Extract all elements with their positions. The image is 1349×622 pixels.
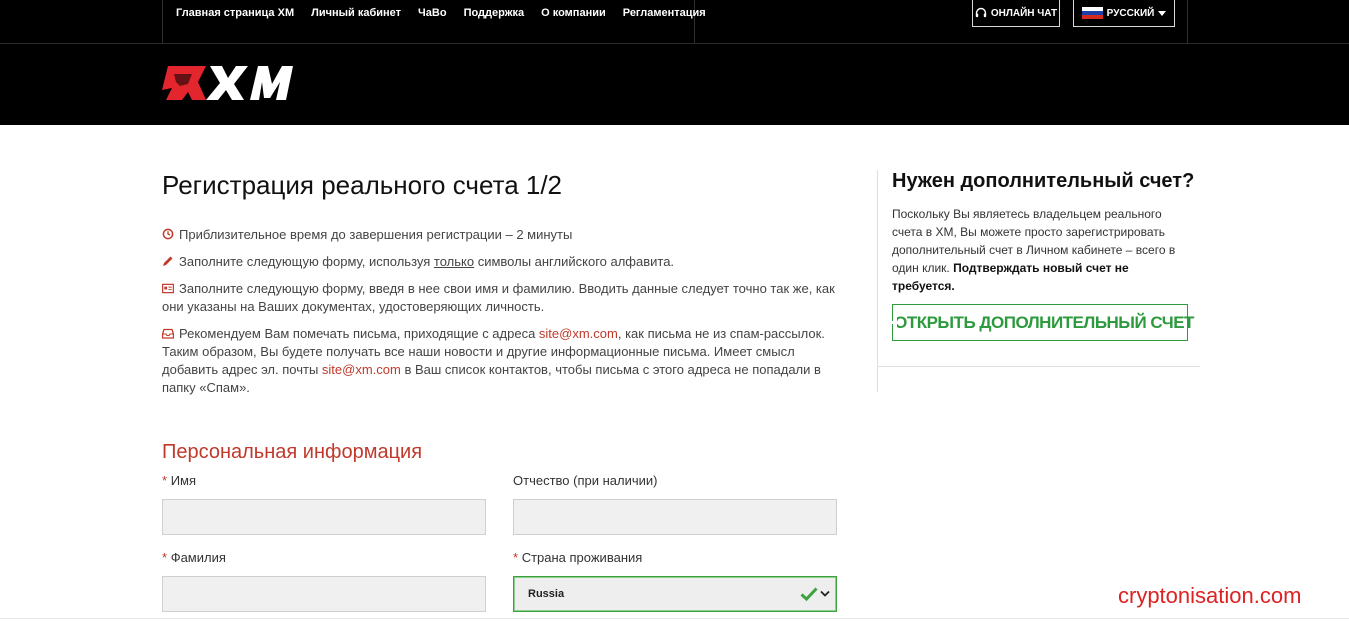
live-chat-label: ОНЛАЙН ЧАТ (990, 7, 1058, 19)
info-item-documents: Заполните следующую форму, введя в нее с… (162, 280, 842, 316)
sidebar-description: Поскольку Вы являетесь владельцем реальн… (892, 205, 1192, 295)
page-bottom-border (0, 618, 1349, 619)
id-card-icon (162, 283, 174, 294)
open-additional-account-label: ОТКРЫТЬ ДОПОЛНИТЕЛЬНЫЙ СЧЕТ (894, 312, 1194, 332)
russia-flag-icon (1081, 6, 1103, 20)
middle-name-input[interactable] (513, 499, 837, 535)
headset-icon (975, 7, 987, 18)
nav-divider (162, 0, 163, 43)
open-additional-account-button[interactable]: ОТКРЫТЬ ДОПОЛНИТЕЛЬНЫЙ СЧЕТ (890, 304, 1194, 341)
page-title: Регистрация реального счета 1/2 (162, 170, 563, 200)
inbox-icon (162, 328, 174, 339)
required-mark: * (162, 550, 168, 565)
sidebar-title: Нужен дополнительный счет? (892, 170, 1195, 192)
last-name-label-text: Фамилия (170, 550, 226, 565)
nav-divider (1187, 0, 1188, 43)
country-label-text: Страна проживания (521, 550, 643, 565)
language-label: РУССКИЙ (1106, 7, 1155, 19)
pencil-icon (163, 256, 173, 266)
first-name-label-text: Имя (170, 473, 197, 488)
last-name-label: * Фамилия (162, 550, 226, 565)
last-name-input[interactable] (162, 576, 486, 612)
sidebar-divider (877, 170, 878, 392)
country-label: * Страна проживания (513, 550, 642, 565)
watermark: cryptonisation.com (1118, 583, 1302, 608)
country-selected-value: Russia (528, 588, 565, 600)
chevron-down-icon (1158, 10, 1167, 16)
xm-logo-icon[interactable]: XM (162, 64, 298, 106)
language-selector[interactable]: РУССКИЙ (1073, 0, 1175, 27)
info-documents-text: Заполните следующую форму, введя в нее с… (162, 281, 835, 314)
sidebar-bottom-border (877, 366, 1200, 367)
info-item-email: Рекомендуем Вам помечать письма, приходя… (162, 325, 842, 397)
first-name-input[interactable] (162, 499, 486, 535)
info-item-time: Приблизительное время до завершения реги… (162, 226, 842, 244)
first-name-label: * Имя (162, 473, 196, 488)
section-title-personal-info: Персональная информация (162, 441, 423, 463)
info-alphabet-text-2: символы английского алфавита. (474, 254, 675, 269)
chevron-down-icon (820, 590, 830, 597)
required-mark: * (162, 473, 168, 488)
middle-name-label-text: Отчество (при наличии) (513, 473, 658, 488)
nav-personal-area[interactable]: Личный кабинет (311, 7, 401, 19)
info-alphabet-underline: только (433, 254, 475, 269)
email-link[interactable]: site@xm.com (539, 326, 618, 341)
email-link[interactable]: site@xm.com (322, 362, 401, 377)
live-chat-button[interactable]: ОНЛАЙН ЧАТ (972, 0, 1060, 27)
info-time-text: Приблизительное время до завершения реги… (179, 227, 573, 242)
required-mark: * (513, 550, 519, 565)
nav-home[interactable]: Главная страница XM (176, 7, 294, 19)
nav-about[interactable]: О компании (541, 7, 606, 19)
nav-faq[interactable]: ЧаВо (418, 7, 447, 19)
info-item-alphabet: Заполните следующую форму, используя тол… (162, 253, 842, 271)
main-menu: Главная страница XM Личный кабинет ЧаВо … (176, 0, 706, 26)
nav-regulation[interactable]: Регламентация (623, 7, 706, 19)
middle-name-label: Отчество (при наличии) (513, 473, 657, 488)
checkmark-icon (800, 587, 818, 602)
nav-support[interactable]: Поддержка (464, 7, 525, 19)
info-email-text-1: Рекомендуем Вам помечать письма, приходя… (179, 326, 539, 341)
info-alphabet-text-1: Заполните следующую форму, используя (179, 254, 434, 269)
country-select[interactable]: Russia (513, 576, 837, 612)
top-navigation-bar: Главная страница XM Личный кабинет ЧаВо … (0, 0, 1349, 44)
clock-icon (162, 228, 174, 240)
